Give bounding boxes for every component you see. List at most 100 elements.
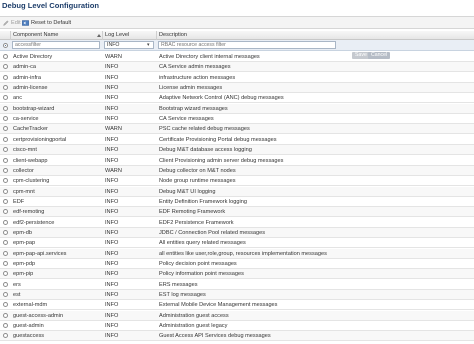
table-row[interactable]: collector WARN Debug collector on M&T node… xyxy=(0,165,474,176)
row-select-radio[interactable] xyxy=(3,229,8,235)
row-select-radio[interactable] xyxy=(3,302,8,308)
table-row[interactable]: epm-pip INFO Policy information point mess… xyxy=(0,269,474,280)
log-level-cell: INFO xyxy=(105,116,119,123)
component-name-cell: epm-pip xyxy=(13,271,34,278)
page-title: Debug Level Configuration xyxy=(2,1,100,10)
log-level-cell: INFO xyxy=(105,302,119,309)
log-level-cell: INFO xyxy=(105,85,119,92)
row-select-radio[interactable] xyxy=(3,312,8,318)
log-level-filter-select[interactable]: INFO ▾ xyxy=(104,41,154,49)
component-name-cell: epm-pdp xyxy=(13,261,36,267)
table-row[interactable]: bootstrap-wizard INFO Bootstrap wizard mes… xyxy=(0,103,474,114)
table-row[interactable]: certprovisioningportal INFO Certificate Pr… xyxy=(0,135,474,145)
log-level-cell: INFO xyxy=(105,261,119,267)
row-select-radio[interactable] xyxy=(3,323,8,329)
log-level-cell: INFO xyxy=(105,198,119,205)
component-name-cell: external-mdm xyxy=(13,302,48,309)
table-row[interactable]: Active Directory WARN Active Directory cli… xyxy=(0,52,474,62)
table-row[interactable]: guest-admin INFO Administration guest lega… xyxy=(0,321,474,332)
log-level-cell: WARN xyxy=(105,54,122,60)
table-row[interactable]: admin-ca INFO CA Service admin messages xyxy=(0,62,474,73)
description-cell: Debug M&T database access logging xyxy=(159,147,252,154)
component-name-cell: epm-db xyxy=(13,229,32,236)
row-select-radio[interactable] xyxy=(3,240,8,246)
row-select-radio[interactable] xyxy=(3,167,8,173)
reset-to-default-button[interactable]: Reset to Default xyxy=(22,19,71,27)
table-row[interactable]: epm-pap INFO All entities query related me… xyxy=(0,238,474,249)
log-level-cell: INFO xyxy=(105,240,119,247)
filter-row-radio[interactable] xyxy=(3,43,8,48)
row-select-radio[interactable] xyxy=(3,333,8,339)
row-select-radio[interactable] xyxy=(3,116,8,122)
row-select-radio[interactable] xyxy=(3,157,8,163)
sort-ascending-icon[interactable] xyxy=(97,34,101,37)
row-select-radio[interactable] xyxy=(3,64,8,70)
component-name-cell: bootstrap-wizard xyxy=(13,105,55,112)
description-filter-input[interactable] xyxy=(158,41,336,49)
component-name-cell: ers xyxy=(13,281,21,288)
description-cell: Policy decision point messages xyxy=(159,261,237,267)
row-select-radio[interactable] xyxy=(3,188,8,194)
row-select-radio[interactable] xyxy=(3,198,8,204)
log-level-cell: INFO xyxy=(105,333,119,340)
table-row[interactable]: ca-service INFO CA Service messages xyxy=(0,114,474,125)
table-row[interactable]: edf2-persistence INFO EDF2 Persistence Fra… xyxy=(0,218,474,228)
column-header-description[interactable]: Description xyxy=(157,31,474,40)
description-cell: Guest Access API Services debug messages xyxy=(159,333,271,340)
table-row[interactable]: cpm-mnt INFO Debug M&T UI logging xyxy=(0,186,474,197)
table-row[interactable]: epm-db INFO JDBC / Connection Pool related… xyxy=(0,227,474,238)
row-select-radio[interactable] xyxy=(3,126,8,132)
component-name-cell: guest-access-admin xyxy=(13,312,64,319)
row-select-radio[interactable] xyxy=(3,54,8,59)
row-select-radio[interactable] xyxy=(3,74,8,80)
row-select-radio[interactable] xyxy=(3,95,8,101)
log-level-cell: INFO xyxy=(105,147,119,154)
table-row[interactable]: admin-license INFO License admin messages xyxy=(0,83,474,94)
table-row[interactable]: external-mdm INFO External Mobile Device M… xyxy=(0,300,474,311)
component-name-cell: cpm-mnt xyxy=(13,188,35,195)
log-level-cell: INFO xyxy=(105,157,119,164)
component-name-filter-input[interactable] xyxy=(12,41,100,49)
table-row[interactable]: client-webapp INFO Client Provisioning adm… xyxy=(0,156,474,166)
table-row[interactable]: est INFO EST log messages xyxy=(0,290,474,301)
description-cell: License admin messages xyxy=(159,85,223,92)
table-row[interactable]: ers INFO ERS messages xyxy=(0,280,474,290)
row-select-radio[interactable] xyxy=(3,219,8,225)
column-header-component-name[interactable]: Component Name xyxy=(11,31,103,40)
row-select-radio[interactable] xyxy=(3,85,8,91)
log-level-cell: WARN xyxy=(105,126,122,133)
table-row[interactable]: cisco-mnt INFO Debug M&T database access l… xyxy=(0,145,474,156)
edit-button[interactable]: Edit xyxy=(3,19,21,27)
toolbar: Edit Reset to Default xyxy=(0,16,474,29)
table-row[interactable]: CacheTracker WARN PSC cache related debug … xyxy=(0,124,474,135)
row-select-radio[interactable] xyxy=(3,147,8,153)
row-select-radio[interactable] xyxy=(3,105,8,111)
table-row[interactable]: anc INFO Adaptive Network Control (ANC) de… xyxy=(0,93,474,104)
row-select-radio[interactable] xyxy=(3,209,8,215)
component-name-cell: client-webapp xyxy=(13,157,48,164)
table-row[interactable]: edf-remoting INFO EDF Remoting Framework xyxy=(0,207,474,218)
row-select-radio[interactable] xyxy=(3,292,8,298)
table-row[interactable]: admin-infra INFO infrastructure action mes… xyxy=(0,73,474,83)
table-row[interactable]: guestaccess INFO Guest Access API Services… xyxy=(0,331,474,342)
component-name-cell: anc xyxy=(13,95,23,102)
description-cell: Policy information point messages xyxy=(159,271,244,278)
table-row[interactable]: epm-pap-api.services INFO all entities lik… xyxy=(0,248,474,259)
log-level-cell: INFO xyxy=(105,292,119,299)
description-cell: CA Service messages xyxy=(159,116,214,123)
table-row[interactable]: cpm-clustering INFO Node group runtime mes… xyxy=(0,176,474,187)
row-select-radio[interactable] xyxy=(3,261,8,266)
component-name-cell: CacheTracker xyxy=(13,126,48,133)
row-select-radio[interactable] xyxy=(3,178,8,184)
log-level-cell: INFO xyxy=(105,229,119,236)
row-select-radio[interactable] xyxy=(3,250,8,256)
table-row[interactable]: EDF INFO Entity Definition Framework loggi… xyxy=(0,197,474,207)
table-row[interactable]: epm-pdp INFO Policy decision point message… xyxy=(0,259,474,269)
row-select-radio[interactable] xyxy=(3,281,8,287)
row-select-radio[interactable] xyxy=(3,271,8,277)
row-select-radio[interactable] xyxy=(3,136,8,142)
table-row[interactable]: guest-access-admin INFO Administration gue… xyxy=(0,310,474,321)
column-header-log-level[interactable]: Log Level xyxy=(103,31,157,40)
description-cell: Administration guest access xyxy=(159,312,229,319)
chevron-down-icon: ▾ xyxy=(147,42,150,48)
